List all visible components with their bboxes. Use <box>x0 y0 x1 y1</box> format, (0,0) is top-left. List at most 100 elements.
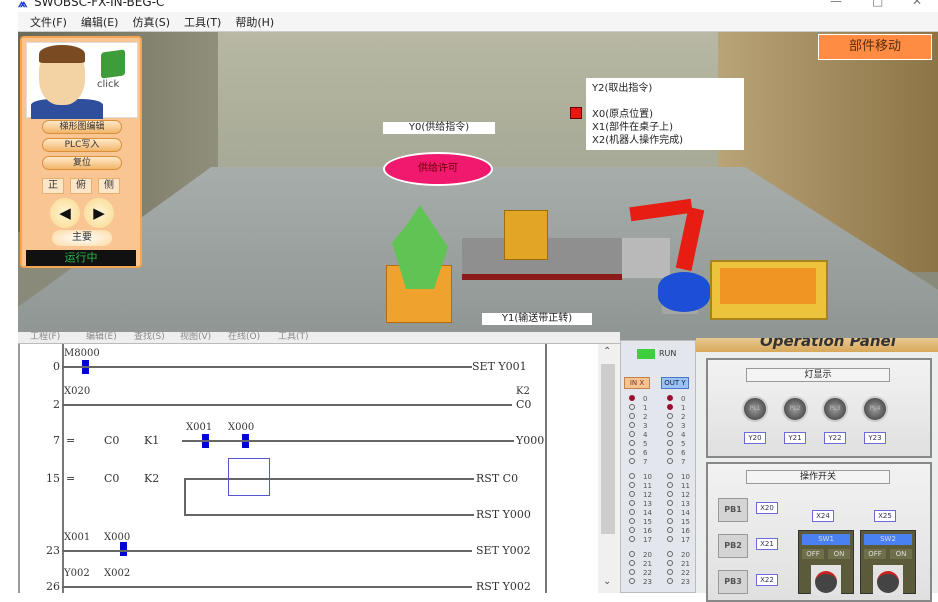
sw-label: SW2 <box>864 534 912 545</box>
output-number: 12 <box>681 491 690 499</box>
push-button-pb2[interactable]: PB2 <box>718 534 748 558</box>
output-led-icon <box>667 536 673 542</box>
output-number: 16 <box>681 527 690 535</box>
main-button[interactable]: 主要 <box>52 230 112 246</box>
lamp-pl2: PL2 <box>782 396 808 422</box>
sw-on-label: ON <box>828 549 850 559</box>
input-led-icon <box>629 518 635 524</box>
input-number: 0 <box>643 395 648 403</box>
input-led-icon <box>629 449 635 455</box>
x0-indicator <box>570 107 582 119</box>
output-number: 14 <box>681 509 690 517</box>
sw-label: SW1 <box>802 534 850 545</box>
input-number: 16 <box>643 527 652 535</box>
view-side-button[interactable]: 侧 <box>98 178 120 194</box>
output-led-icon <box>667 509 673 515</box>
ladder-menu-tools[interactable]: 工具(T) <box>278 332 309 342</box>
coil-constant: K2 <box>516 386 530 397</box>
book-icon[interactable] <box>101 49 125 79</box>
ladder-diagram[interactable]: 0 M8000 SET Y001 2 X020 K2 C0 7 = C0 K1 … <box>18 344 600 593</box>
step-number: 23 <box>46 544 60 557</box>
push-button-pb1[interactable]: PB1 <box>718 498 748 522</box>
io-monitor: RUN IN X OUT Y 0 0 1 1 2 2 3 3 4 4 5 5 6 6 7 7 10 10 11 11 1… <box>620 340 696 593</box>
y2-label: Y2(取出指令) <box>592 83 653 94</box>
ladder-scrollbar[interactable]: ⌃ ⌄ <box>598 344 620 593</box>
pb-tag: X22 <box>756 574 778 586</box>
scroll-up-icon[interactable]: ⌃ <box>603 346 611 357</box>
menu-edit[interactable]: 编辑(E) <box>81 14 119 30</box>
selector-switch-sw1[interactable]: SW1 OFF ON <box>798 530 854 595</box>
robot-base <box>658 272 710 312</box>
input-number: 23 <box>643 578 652 586</box>
menu-file[interactable]: 文件(F) <box>30 14 67 30</box>
input-led-icon <box>629 473 635 479</box>
run-indicator <box>637 349 655 359</box>
ladder-menu-find[interactable]: 查找(S) <box>134 332 165 342</box>
menu-bar: 文件(F) 编辑(E) 仿真(S) 工具(T) 帮助(H) <box>18 12 938 32</box>
input-number: 3 <box>643 422 648 430</box>
output-led-icon <box>667 518 673 524</box>
input-led-icon <box>629 527 635 533</box>
output-number: 22 <box>681 569 690 577</box>
tray-contents <box>720 268 816 304</box>
ladder-cursor[interactable] <box>228 458 270 496</box>
input-number: 12 <box>643 491 652 499</box>
menu-tools[interactable]: 工具(T) <box>184 14 221 30</box>
ladder-menu-online[interactable]: 在线(O) <box>228 332 260 342</box>
arrow-right-button[interactable]: ▶ <box>84 198 114 228</box>
branch-line <box>184 478 186 514</box>
workpiece-box <box>504 210 548 260</box>
output-led-icon <box>667 500 673 506</box>
compare-arg: C0 <box>104 472 120 485</box>
rung-line <box>62 366 472 368</box>
lamp-group-title: 灯显示 <box>746 368 890 382</box>
knob-icon[interactable] <box>811 565 841 595</box>
control-panel: click 梯形图编辑 PLC写入 复位 正 俯 侧 ◀ ▶ 主要 运行中 <box>20 36 142 268</box>
io-row: 77 <box>629 458 695 466</box>
rung-line <box>62 586 472 588</box>
minimize-button[interactable]: — <box>830 0 842 8</box>
operation-panel-header: Operation Panel <box>696 338 938 352</box>
scrollbar-thumb[interactable] <box>601 364 615 534</box>
output-number: 5 <box>681 440 686 448</box>
input-number: 13 <box>643 500 652 508</box>
help-avatar[interactable]: click <box>26 42 138 119</box>
io-row: 55 <box>629 440 695 448</box>
arrow-left-button[interactable]: ◀ <box>50 198 80 228</box>
input-led-icon <box>629 500 635 506</box>
selector-switch-sw2[interactable]: SW2 OFF ON <box>860 530 916 595</box>
menu-help[interactable]: 帮助(H) <box>235 14 274 30</box>
ladder-menu-edit[interactable]: 编辑(E) <box>86 332 117 342</box>
maximize-button[interactable]: □ <box>872 0 883 8</box>
view-front-button[interactable]: 正 <box>42 178 64 194</box>
run-label: RUN <box>659 349 677 358</box>
input-led-icon <box>629 560 635 566</box>
reset-button[interactable]: 复位 <box>42 156 122 170</box>
ladder-menu-view[interactable]: 视图(V) <box>180 332 211 342</box>
contact-active[interactable] <box>120 542 127 556</box>
menu-simulate[interactable]: 仿真(S) <box>132 14 170 30</box>
push-button-pb3[interactable]: PB3 <box>718 570 748 594</box>
close-button[interactable]: ✕ <box>912 0 922 8</box>
input-number: 1 <box>643 404 648 412</box>
part-move-button[interactable]: 部件移动 <box>818 34 932 60</box>
pb-tag: X21 <box>756 538 778 550</box>
view-top-button[interactable]: 俯 <box>70 178 92 194</box>
lamp-pl3: PL3 <box>822 396 848 422</box>
output-number: 13 <box>681 500 690 508</box>
ladder-menu-project[interactable]: 工程(F) <box>30 332 60 342</box>
scroll-down-icon[interactable]: ⌄ <box>603 576 611 587</box>
io-row: 10 10 <box>629 473 695 481</box>
step-number: 15 <box>46 472 60 485</box>
output-led-icon <box>667 440 673 446</box>
coil-instruction: SET Y001 <box>472 360 527 373</box>
output-number: 6 <box>681 449 686 457</box>
input-led-icon <box>629 569 635 575</box>
knob-icon[interactable] <box>873 565 903 595</box>
plc-write-button[interactable]: PLC写入 <box>42 138 122 152</box>
input-led-icon <box>629 509 635 515</box>
supply-permit-button[interactable]: 供给许可 <box>383 152 493 186</box>
output-tray <box>710 260 828 320</box>
output-number: 21 <box>681 560 690 568</box>
ladder-edit-button[interactable]: 梯形图编辑 <box>42 120 122 134</box>
